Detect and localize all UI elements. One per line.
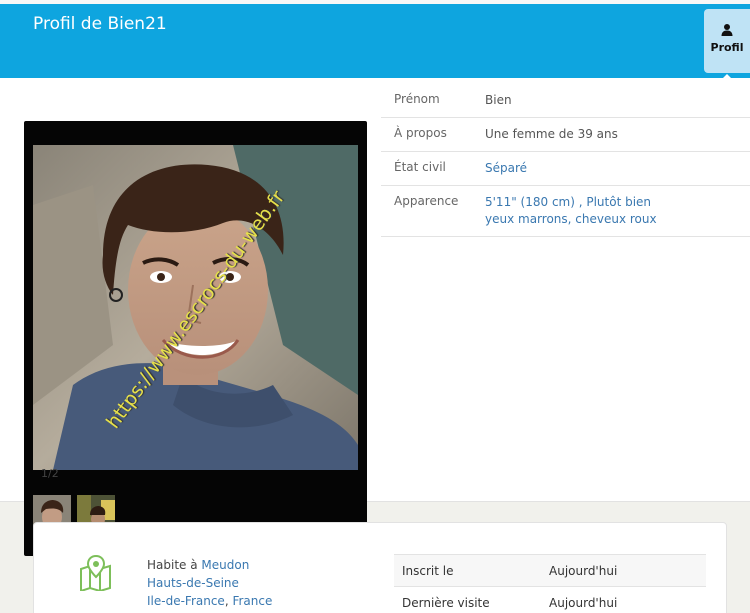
main-profile-photo[interactable]: https://www.escrocs-du-web.fr [33, 145, 358, 470]
activity-stats-table: Inscrit le Aujourd'hui Dernière visite A… [394, 554, 706, 613]
detail-value: Bien [485, 93, 512, 107]
department-link[interactable]: Hauts-de-Seine [147, 574, 272, 592]
stat-key: Dernière visite [402, 595, 490, 610]
country-link[interactable]: France [232, 594, 272, 608]
stat-row-derniere-visite: Dernière visite Aujourd'hui [394, 586, 706, 613]
profile-tab-button[interactable]: Profil [704, 9, 750, 73]
address-prefix: Habite à [147, 558, 198, 572]
detail-row-etat-civil: État civil Séparé [381, 152, 750, 186]
detail-value-link[interactable]: 5'11" (180 cm) , Plutôt bien [485, 194, 750, 211]
user-icon [704, 23, 750, 39]
page-title: Profil de Bien21 [33, 14, 167, 34]
detail-key: État civil [394, 160, 446, 174]
address-block: Habite à Meudon Hauts-de-Seine Ile-de-Fr… [147, 558, 273, 608]
stat-value: Aujourd'hui [549, 563, 618, 578]
profile-card: https://www.escrocs-du-web.fr 1/2 Prénom… [0, 78, 750, 556]
detail-key: Prénom [394, 92, 440, 106]
detail-row-apropos: À propos Une femme de 39 ans [381, 118, 750, 152]
city-link[interactable]: Meudon [201, 558, 249, 572]
detail-value-link[interactable]: yeux marrons, cheveux roux [485, 211, 750, 228]
detail-key: Apparence [394, 194, 459, 208]
location-card: Habite à Meudon Hauts-de-Seine Ile-de-Fr… [33, 522, 727, 613]
profile-header: Profil de Bien21 Profil [0, 4, 750, 82]
detail-value: Une femme de 39 ans [485, 127, 618, 141]
detail-row-prenom: Prénom Bien [381, 84, 750, 118]
detail-key: À propos [394, 126, 447, 140]
photo-counter: 1/2 [41, 467, 59, 480]
stat-key: Inscrit le [402, 563, 454, 578]
profile-tab-label: Profil [710, 41, 744, 54]
photo-gallery: https://www.escrocs-du-web.fr 1/2 [24, 121, 367, 556]
stat-value: Aujourd'hui [549, 595, 618, 610]
stat-row-inscrit: Inscrit le Aujourd'hui [394, 554, 706, 586]
region-link[interactable]: Ile-de-France [147, 594, 225, 608]
profile-details-table: Prénom Bien À propos Une femme de 39 ans… [381, 84, 750, 237]
detail-value-link[interactable]: Séparé [485, 160, 750, 177]
detail-row-apparence: Apparence 5'11" (180 cm) , Plutôt bien y… [381, 186, 750, 237]
map-icon [78, 554, 114, 593]
